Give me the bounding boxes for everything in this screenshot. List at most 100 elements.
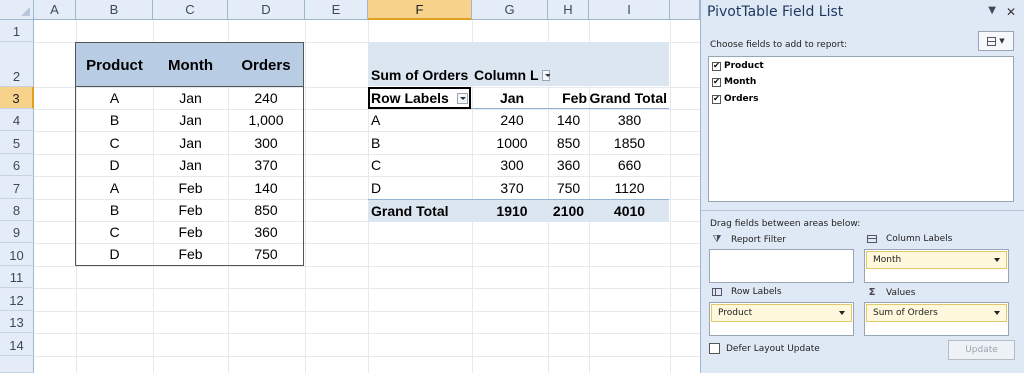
column-header-a[interactable]: A [34, 0, 76, 20]
row-header-2[interactable]: 2 [0, 42, 34, 87]
pivot-grand-total-value[interactable]: 4010 [589, 200, 670, 222]
pivot-values-caption[interactable]: Sum of Orders [368, 64, 472, 86]
row-header-4[interactable]: 4 [0, 109, 34, 131]
source-cell[interactable]: 370 [228, 154, 304, 176]
pivot-value-cell[interactable]: 750 [548, 176, 589, 199]
column-header-c[interactable]: C [153, 0, 228, 20]
pivot-value-cell[interactable]: 140 [548, 109, 589, 131]
source-cell[interactable]: A [76, 87, 153, 109]
chevron-down-icon[interactable] [994, 311, 1000, 315]
pivot-value-cell[interactable]: 660 [589, 154, 670, 176]
source-header-orders[interactable]: Orders [228, 43, 304, 87]
pane-menu-icon[interactable]: ▼ [988, 5, 996, 19]
field-list-layout-button[interactable]: ▼ [978, 31, 1014, 51]
worksheet[interactable]: A B C D E F G H I 1 2 3 4 5 6 7 8 9 10 1… [0, 0, 700, 373]
field-item-orders[interactable]: ✔ Orders [712, 94, 758, 104]
source-cell[interactable]: 240 [228, 87, 304, 109]
pane-splitter[interactable] [701, 210, 1024, 211]
source-cell[interactable]: Feb [153, 243, 228, 265]
values-field-chip-sum-of-orders[interactable]: Sum of Orders [866, 304, 1007, 322]
row-header-3[interactable]: 3 [0, 87, 34, 109]
source-cell[interactable]: 850 [228, 199, 304, 221]
row-header-1[interactable]: 1 [0, 20, 34, 42]
column-header-h[interactable]: H [548, 0, 589, 20]
pivot-value-cell[interactable]: 240 [472, 109, 548, 131]
source-header-product[interactable]: Product [76, 43, 153, 87]
source-cell[interactable]: C [76, 131, 153, 154]
source-cell[interactable]: Jan [153, 154, 228, 176]
row-header-10[interactable]: 10 [0, 243, 34, 266]
source-cell[interactable]: Feb [153, 176, 228, 199]
row-header-7[interactable]: 7 [0, 176, 34, 199]
source-header-month[interactable]: Month [153, 43, 228, 87]
select-all-corner[interactable] [0, 0, 34, 20]
pivot-value-cell[interactable]: 850 [548, 131, 589, 154]
pivot-row-label[interactable]: C [368, 154, 472, 176]
column-header-i[interactable]: I [589, 0, 670, 20]
row-header-13[interactable]: 13 [0, 311, 34, 333]
pivot-column-labels-caption[interactable]: Column L [472, 64, 550, 86]
pivot-value-cell[interactable]: 380 [589, 109, 670, 131]
pivot-row-label[interactable]: A [368, 109, 472, 131]
source-cell[interactable]: 360 [228, 221, 304, 243]
pivot-grand-total-label[interactable]: Grand Total [368, 200, 472, 222]
source-cell[interactable]: Jan [153, 109, 228, 131]
checkbox-orders[interactable]: ✔ [712, 94, 721, 104]
source-cell[interactable]: Jan [153, 87, 228, 109]
update-button[interactable]: Update [948, 340, 1015, 360]
report-filter-drop-area[interactable] [709, 249, 854, 283]
pivot-col-header-jan[interactable]: Jan [472, 87, 548, 109]
pivot-value-cell[interactable]: 1120 [589, 176, 670, 199]
checkbox-month[interactable]: ✔ [712, 77, 721, 87]
column-header-e[interactable]: E [305, 0, 368, 20]
source-cell[interactable]: A [76, 176, 153, 199]
source-cell[interactable]: D [76, 243, 153, 265]
field-item-month[interactable]: ✔ Month [712, 77, 756, 87]
source-cell[interactable]: B [76, 109, 153, 131]
source-cell[interactable]: 1,000 [228, 109, 304, 131]
row-labels-drop-area[interactable]: Product [709, 302, 854, 336]
row-header-8[interactable]: 8 [0, 199, 34, 221]
close-icon[interactable]: ✕ [1006, 5, 1016, 19]
row-header-9[interactable]: 9 [0, 221, 34, 243]
pivot-row-label[interactable]: B [368, 131, 472, 154]
column-header-b[interactable]: B [76, 0, 153, 20]
source-cell[interactable]: B [76, 199, 153, 221]
source-cell[interactable]: Jan [153, 131, 228, 154]
pivot-value-cell[interactable]: 1000 [472, 131, 548, 154]
field-item-product[interactable]: ✔ Product [712, 61, 764, 71]
pivot-value-cell[interactable]: 300 [472, 154, 548, 176]
row-field-chip-product[interactable]: Product [711, 304, 852, 322]
values-drop-area[interactable]: Sum of Orders [864, 302, 1009, 336]
source-cell[interactable]: Feb [153, 199, 228, 221]
pivot-col-header-feb[interactable]: Feb [548, 87, 589, 109]
source-cell[interactable]: 750 [228, 243, 304, 265]
column-header-d[interactable]: D [228, 0, 305, 20]
row-header-15[interactable] [0, 356, 34, 373]
source-cell[interactable]: 300 [228, 131, 304, 154]
source-cell[interactable]: 140 [228, 176, 304, 199]
chevron-down-icon[interactable] [994, 258, 1000, 262]
source-cell[interactable]: D [76, 154, 153, 176]
row-header-11[interactable]: 11 [0, 266, 34, 288]
source-cell[interactable]: C [76, 221, 153, 243]
pivot-value-cell[interactable]: 370 [472, 176, 548, 199]
chevron-down-icon[interactable] [839, 311, 845, 315]
row-header-5[interactable]: 5 [0, 131, 34, 154]
source-cell[interactable]: Feb [153, 221, 228, 243]
pivot-col-header-grand-total[interactable]: Grand Total [589, 87, 670, 109]
column-header-g[interactable]: G [472, 0, 548, 20]
pivot-value-cell[interactable]: 1850 [589, 131, 670, 154]
pivot-grand-total-value[interactable]: 1910 [472, 200, 548, 222]
column-header-j[interactable] [670, 0, 700, 20]
checkbox-product[interactable]: ✔ [712, 61, 721, 71]
column-labels-drop-area[interactable]: Month [864, 249, 1009, 283]
pivot-grand-total-value[interactable]: 2100 [548, 200, 589, 222]
pivot-value-cell[interactable]: 360 [548, 154, 589, 176]
defer-layout-update[interactable]: Defer Layout Update [709, 343, 820, 354]
column-labels-filter-button[interactable] [541, 69, 550, 81]
pivot-row-label[interactable]: D [368, 176, 472, 199]
row-header-6[interactable]: 6 [0, 154, 34, 176]
row-header-12[interactable]: 12 [0, 288, 34, 311]
row-header-14[interactable]: 14 [0, 333, 34, 356]
